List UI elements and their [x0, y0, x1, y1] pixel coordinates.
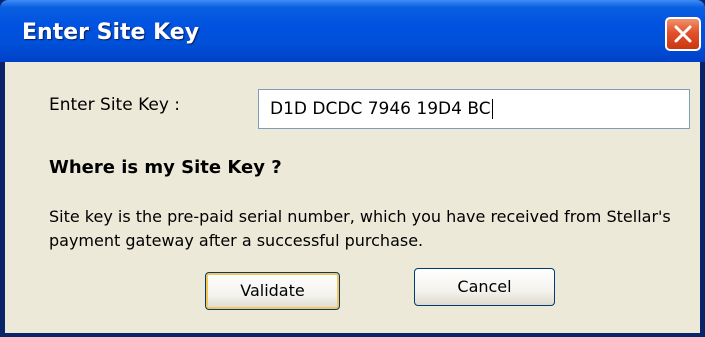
help-heading: Where is my Site Key ?: [49, 157, 282, 178]
close-icon: [674, 25, 692, 43]
validate-button[interactable]: Validate: [205, 272, 340, 310]
title-bar[interactable]: Enter Site Key: [0, 0, 705, 62]
site-key-label: Enter Site Key :: [49, 95, 181, 115]
help-description: Site key is the pre-paid serial number, …: [49, 207, 671, 250]
dialog-body: Enter Site Key : D1D DCDC 7946 19D4 BC W…: [5, 62, 700, 333]
text-caret: [491, 99, 493, 119]
site-key-value: D1D DCDC 7946 19D4 BC: [270, 99, 491, 119]
window-title: Enter Site Key: [22, 20, 200, 45]
site-key-input[interactable]: D1D DCDC 7946 19D4 BC: [258, 89, 690, 129]
cancel-button[interactable]: Cancel: [414, 268, 555, 306]
dialog-window: Enter Site Key Enter Site Key : D1D DCDC…: [0, 0, 705, 337]
close-button[interactable]: [665, 17, 701, 51]
